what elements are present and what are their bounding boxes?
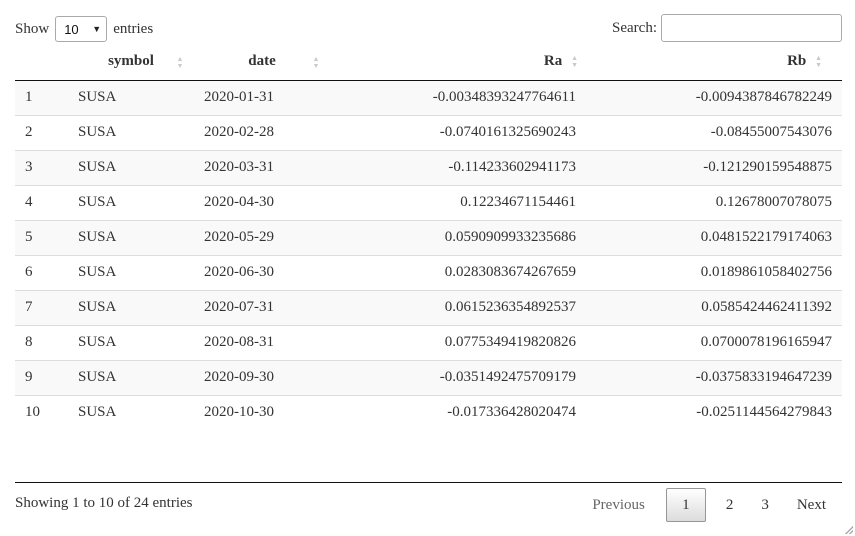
table-row: 1 SUSA 2020-01-31 -0.00348393247764611 -… [15,80,842,115]
cell-ra: -0.114233602941173 [330,149,586,185]
column-header-label: symbol [108,53,154,70]
cell-date: 2020-02-28 [194,114,330,150]
column-header-label: Ra [543,53,563,70]
search-input[interactable] [661,14,842,42]
page-length-control: Show 10 ▼ entries [15,16,153,42]
page-length-select[interactable]: 10 ▼ [55,16,108,42]
header-row: symbol ▲ ▼ date ▲ ▼ Ra ▲ ▼ Rb ▲ ▼ [15,44,842,81]
pagination: Previous 1 2 3 Next [578,488,840,522]
column-header-ra[interactable]: Ra ▲ ▼ [330,44,586,81]
datatable-widget: Show 10 ▼ entries Search: symbol ▲ ▼ dat… [0,0,855,536]
cell-ra: -0.017336428020474 [330,394,586,430]
cell-ra: 0.0615236354892537 [330,289,586,325]
table-row: 5 SUSA 2020-05-29 0.0590909933235686 0.0… [15,219,842,255]
cell-index: 4 [15,184,68,220]
table-row: 9 SUSA 2020-09-30 -0.0351492475709179 -0… [15,359,842,395]
column-header-label: Rb [787,53,807,70]
cell-rb: 0.12678007078075 [586,184,842,220]
cell-rb: -0.0375833194647239 [586,359,842,395]
table-row: 7 SUSA 2020-07-31 0.0615236354892537 0.0… [15,289,842,325]
cell-date: 2020-01-31 [194,80,330,115]
cell-index: 3 [15,149,68,185]
table-row: 8 SUSA 2020-08-31 0.0775349419820826 0.0… [15,324,842,360]
cell-index: 7 [15,289,68,325]
cell-symbol: SUSA [68,219,194,255]
table-row: 2 SUSA 2020-02-28 -0.0740161325690243 -0… [15,114,842,150]
data-table: symbol ▲ ▼ date ▲ ▼ Ra ▲ ▼ Rb ▲ ▼ 1 SUSA… [15,44,842,430]
cell-rb: 0.0700078196165947 [586,324,842,360]
cell-symbol: SUSA [68,149,194,185]
cell-ra: -0.0740161325690243 [330,114,586,150]
cell-symbol: SUSA [68,114,194,150]
cell-date: 2020-05-29 [194,219,330,255]
table-info: Showing 1 to 10 of 24 entries [15,495,193,511]
table-controls: Show 10 ▼ entries Search: [15,14,842,44]
sort-both-icon: ▲ ▼ [176,55,184,70]
cell-index: 8 [15,324,68,360]
cell-symbol: SUSA [68,289,194,325]
cell-symbol: SUSA [68,394,194,430]
page-button-1[interactable]: 1 [665,488,706,522]
cell-date: 2020-10-30 [194,394,330,430]
caret-down-icon: ▼ [92,24,102,34]
page-button-3[interactable]: 3 [747,488,783,522]
length-suffix-label: entries [113,20,154,37]
cell-rb: 0.0189861058402756 [586,254,842,290]
cell-rb: 0.0481522179174063 [586,219,842,255]
resize-grip-icon[interactable] [845,526,853,534]
cell-index: 1 [15,80,68,115]
column-header-index [15,44,68,81]
page-length-value: 10 [64,21,79,37]
cell-date: 2020-03-31 [194,149,330,185]
column-header-symbol[interactable]: symbol ▲ ▼ [68,44,194,81]
cell-date: 2020-06-30 [194,254,330,290]
table-row: 10 SUSA 2020-10-30 -0.017336428020474 -0… [15,394,842,430]
cell-index: 5 [15,219,68,255]
cell-index: 9 [15,359,68,395]
previous-page-button[interactable]: Previous [578,488,660,522]
cell-ra: 0.0775349419820826 [330,324,586,360]
cell-ra: 0.0590909933235686 [330,219,586,255]
cell-index: 10 [15,394,68,430]
search-label: Search: [612,19,657,36]
cell-symbol: SUSA [68,254,194,290]
cell-rb: -0.0251144564279843 [586,394,842,430]
cell-ra: -0.00348393247764611 [330,80,586,115]
table-header: symbol ▲ ▼ date ▲ ▼ Ra ▲ ▼ Rb ▲ ▼ [15,44,842,81]
cell-index: 2 [15,114,68,150]
cell-date: 2020-09-30 [194,359,330,395]
cell-ra: -0.0351492475709179 [330,359,586,395]
cell-symbol: SUSA [68,184,194,220]
cell-rb: -0.08455007543076 [586,114,842,150]
page-button-2[interactable]: 2 [712,488,748,522]
column-header-label: date [248,53,276,70]
table-row: 4 SUSA 2020-04-30 0.12234671154461 0.126… [15,184,842,220]
cell-date: 2020-08-31 [194,324,330,360]
table-row: 3 SUSA 2020-03-31 -0.114233602941173 -0.… [15,149,842,185]
cell-rb: -0.0094387846782249 [586,80,842,115]
cell-symbol: SUSA [68,359,194,395]
sort-both-icon: ▲ ▼ [815,53,822,69]
cell-date: 2020-04-30 [194,184,330,220]
cell-rb: -0.121290159548875 [586,149,842,185]
sort-both-icon: ▲ ▼ [571,53,578,69]
cell-symbol: SUSA [68,324,194,360]
column-header-rb[interactable]: Rb ▲ ▼ [586,44,842,81]
cell-index: 6 [15,254,68,290]
cell-ra: 0.12234671154461 [330,184,586,220]
column-header-date[interactable]: date ▲ ▼ [194,44,330,81]
cell-rb: 0.0585424462411392 [586,289,842,325]
cell-symbol: SUSA [68,80,194,115]
search-filter: Search: [612,14,842,42]
cell-date: 2020-07-31 [194,289,330,325]
length-prefix-label: Show [15,20,50,37]
table-bottom-divider [15,482,842,483]
next-page-button[interactable]: Next [783,488,840,522]
sort-both-icon: ▲ ▼ [312,55,320,70]
table-row: 6 SUSA 2020-06-30 0.0283083674267659 0.0… [15,254,842,290]
cell-ra: 0.0283083674267659 [330,254,586,290]
table-body: 1 SUSA 2020-01-31 -0.00348393247764611 -… [15,80,842,430]
